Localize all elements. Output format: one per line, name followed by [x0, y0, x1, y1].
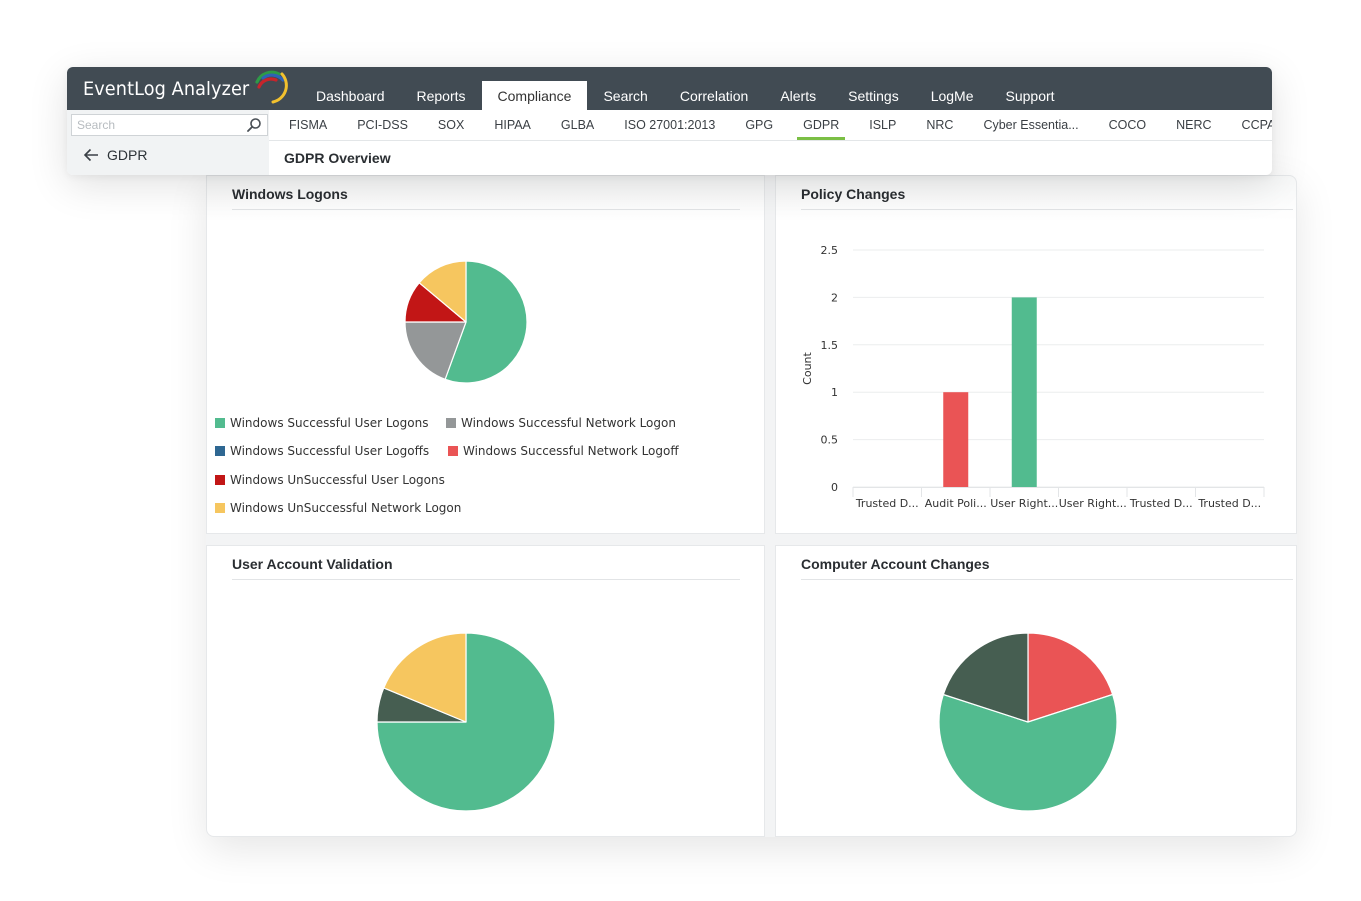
dashboard-grid: Windows Logons Windows Successful User L… [206, 175, 1297, 837]
compliance-tab-ccpa[interactable]: CCPA [1234, 110, 1272, 140]
legend-item-windows-unsuccessful-user-logons[interactable]: Windows UnSuccessful User Logons [215, 473, 445, 487]
nav-tab-alerts[interactable]: Alerts [764, 81, 832, 110]
legend-item-windows-successful-user-logoffs[interactable]: Windows Successful User Logoffs [215, 444, 429, 458]
compliance-tab-sox[interactable]: SOX [430, 110, 472, 140]
x-tick-label: Trusted D... [1197, 497, 1261, 510]
nav-tab-correlation[interactable]: Correlation [664, 81, 764, 110]
legend-item-windows-successful-network-logoff[interactable]: Windows Successful Network Logoff [448, 444, 679, 458]
compliance-tab-hipaa[interactable]: HIPAA [486, 110, 539, 140]
compliance-tab-fisma[interactable]: FISMA [281, 110, 335, 140]
compliance-tab-glba[interactable]: GLBA [553, 110, 602, 140]
legend-swatch [215, 503, 225, 513]
legend-swatch [215, 418, 225, 428]
y-tick-label: 0 [831, 481, 838, 494]
legend-swatch [446, 418, 456, 428]
y-tick-label: 2.5 [821, 244, 839, 257]
nav-tab-reports[interactable]: Reports [401, 81, 482, 110]
bar-user-right-2[interactable] [1011, 297, 1037, 487]
compliance-tabs: FISMA PCI-DSS SOX HIPAA GLBA ISO 27001:2013 GP… [269, 110, 1272, 141]
search-icon[interactable] [246, 117, 262, 133]
nav-tab-support[interactable]: Support [990, 81, 1071, 110]
back-to-gdpr-link[interactable]: GDPR [83, 147, 147, 163]
legend-label: Windows UnSuccessful User Logons [230, 473, 445, 487]
widget-computer-account-changes: Computer Account Changes [775, 545, 1297, 837]
nav-tab-dashboard[interactable]: Dashboard [300, 81, 401, 110]
compliance-tab-cyber-essentia[interactable]: Cyber Essentia... [975, 110, 1086, 140]
app-name: EventLog Analyzer [83, 78, 250, 100]
x-tick-label: Audit Poli... [925, 497, 987, 510]
bar-audit-poli-1[interactable] [943, 392, 969, 487]
compliance-tab-iso-27001-2013[interactable]: ISO 27001:2013 [616, 110, 723, 140]
user-account-validation-pie-chart [376, 632, 556, 812]
legend-label: Windows Successful Network Logoff [463, 444, 679, 458]
compliance-tab-nerc[interactable]: NERC [1168, 110, 1219, 140]
app-header-frame: EventLog Analyzer Dashboard Reports Compli… [67, 67, 1272, 175]
compliance-tab-pci-dss[interactable]: PCI-DSS [349, 110, 416, 140]
widget-windows-logons: Windows Logons Windows Successful User L… [206, 175, 765, 534]
legend-swatch [448, 446, 458, 456]
nav-tab-settings[interactable]: Settings [832, 81, 915, 110]
compliance-tab-gpg[interactable]: GPG [737, 110, 781, 140]
x-tick-label: User Right... [990, 497, 1058, 510]
legend-swatch [215, 475, 225, 485]
top-bar: EventLog Analyzer Dashboard Reports Compli… [67, 67, 1272, 110]
x-tick-label: Trusted D... [855, 497, 919, 510]
legend-label: Windows Successful User Logoffs [230, 444, 430, 458]
back-label: GDPR [107, 147, 148, 163]
compliance-tab-gdpr[interactable]: GDPR [795, 110, 847, 140]
y-axis-label: Count [801, 351, 814, 384]
arrow-left-icon [83, 148, 98, 162]
y-tick-label: 0.5 [821, 434, 839, 447]
nav-tab-logme[interactable]: LogMe [915, 81, 990, 110]
y-tick-label: 2 [831, 291, 838, 304]
legend-item-windows-successful-user-logons[interactable]: Windows Successful User Logons [215, 416, 428, 430]
compliance-tab-coco[interactable]: COCO [1101, 110, 1155, 140]
y-tick-label: 1 [831, 386, 838, 399]
search-input[interactable] [72, 115, 242, 135]
legend-label: Windows UnSuccessful Network Logon [230, 501, 462, 515]
search-field[interactable] [71, 114, 268, 136]
widget-policy-changes: Policy Changes 0 0.5 1 1.5 2 2.5 Count Trusted … [775, 175, 1297, 534]
main-nav: Dashboard Reports Compliance Search Correlat… [300, 81, 1071, 110]
page-title: GDPR Overview [284, 150, 391, 166]
widget-user-account-validation: User Account Validation [206, 545, 765, 837]
legend-label: Windows Successful Network Logon [461, 416, 676, 430]
compliance-tab-nrc[interactable]: NRC [918, 110, 961, 140]
x-tick-label: User Right... [1059, 497, 1127, 510]
y-tick-label: 1.5 [821, 339, 839, 352]
compliance-tab-islp[interactable]: ISLP [861, 110, 904, 140]
nav-tab-compliance[interactable]: Compliance [481, 81, 588, 110]
app-logo[interactable]: EventLog Analyzer [83, 70, 288, 104]
sidebar: GDPR [67, 110, 269, 175]
logo-arc-icon [255, 70, 288, 104]
x-tick-label: Trusted D... [1129, 497, 1193, 510]
computer-account-changes-pie-chart [938, 632, 1118, 812]
nav-tab-search[interactable]: Search [587, 81, 663, 110]
legend-item-windows-unsuccessful-network-logon[interactable]: Windows UnSuccessful Network Logon [215, 501, 461, 515]
legend-item-windows-successful-network-logon[interactable]: Windows Successful Network Logon [446, 416, 676, 430]
legend-swatch [215, 446, 225, 456]
legend-label: Windows Successful User Logons [230, 416, 429, 430]
policy-changes-bar-chart: 0 0.5 1 1.5 2 2.5 Count Trusted D... Audit Poli.… [801, 244, 1265, 510]
